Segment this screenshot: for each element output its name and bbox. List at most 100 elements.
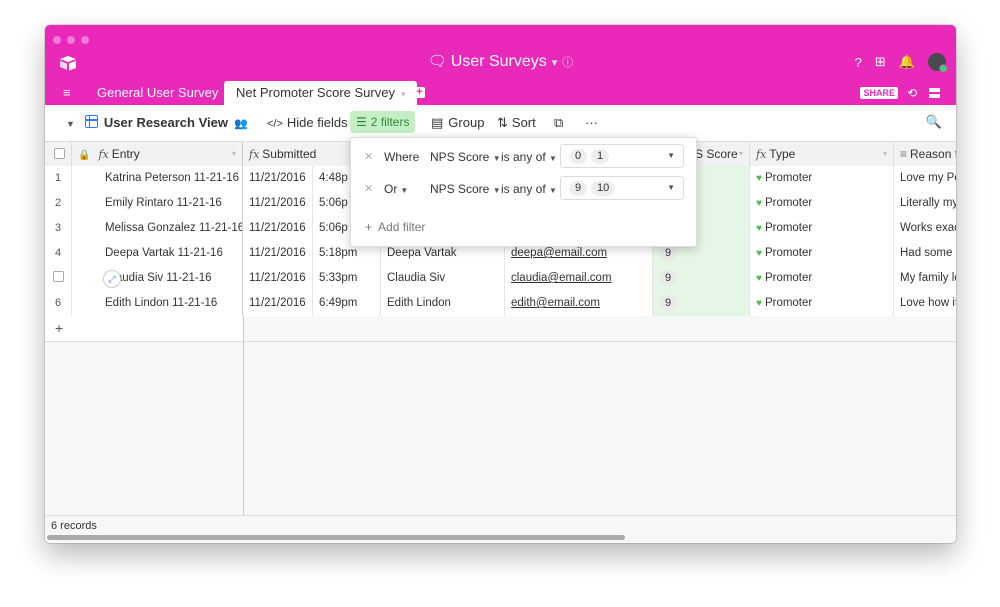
filter-value-chip[interactable]: 10: [591, 181, 616, 196]
remove-filter-icon[interactable]: ✕: [364, 150, 373, 163]
hamburger-menu-icon[interactable]: ≡: [63, 85, 71, 100]
entry-cell[interactable]: Emily Rintaro 11-21-16: [72, 191, 243, 216]
filter-conjunction-select[interactable]: Or ▼: [384, 182, 408, 196]
nps-score-cell[interactable]: 9: [653, 266, 750, 291]
submitted-date-cell[interactable]: 11/21/2016: [243, 216, 313, 241]
checkbox[interactable]: [54, 148, 65, 159]
grid-footer: 6 records: [45, 515, 956, 543]
reason-cell[interactable]: Literally my: [894, 191, 956, 216]
submitted-time-cell[interactable]: 6:49pm: [313, 291, 381, 316]
nps-score-cell[interactable]: 9: [653, 291, 750, 316]
group-button[interactable]: ▤ Group: [431, 115, 484, 131]
type-cell[interactable]: ♥ Promoter: [750, 266, 894, 291]
formula-icon: fx: [249, 148, 260, 161]
type-cell[interactable]: ♥ Promoter: [750, 166, 894, 191]
type-cell[interactable]: ♥ Promoter: [750, 291, 894, 316]
share-view-icon[interactable]: ⧉: [554, 115, 563, 131]
entry-cell[interactable]: Melissa Gonzalez 11-21-16: [72, 216, 243, 241]
tab-net-promoter-score-survey[interactable]: Net Promoter Score Survey ▾: [224, 81, 418, 105]
chevron-down-icon[interactable]: ▼: [667, 151, 675, 160]
filter-field-select[interactable]: NPS Score ▼: [430, 182, 501, 196]
apps-grid-icon[interactable]: ⊞: [875, 54, 886, 70]
notification-bell-icon[interactable]: 🔔: [899, 54, 915, 70]
email-link[interactable]: claudia@email.com: [511, 272, 612, 284]
submitted-time-cell[interactable]: 5:33pm: [313, 266, 381, 291]
sort-button[interactable]: ⇅ Sort: [497, 115, 536, 131]
chevron-down-icon[interactable]: ▾: [739, 142, 743, 166]
email-cell[interactable]: edith@email.com: [505, 291, 653, 316]
record-count: 6 records: [51, 520, 97, 532]
filter-operator-select[interactable]: is any of ▼: [501, 182, 557, 196]
column-header-entry[interactable]: 🔒 fx Entry ▾: [72, 142, 243, 166]
name-cell[interactable]: Claudia Siv: [381, 266, 505, 291]
filter-field-select[interactable]: NPS Score ▼: [430, 150, 501, 164]
submitted-date-cell[interactable]: 11/21/2016: [243, 291, 313, 316]
row-checkbox-cell[interactable]: [45, 266, 72, 291]
filter-popup: ✕ Where NPS Score ▼ is any of ▼ 0 1 ▼ ✕ …: [350, 137, 697, 247]
add-filter-label: Add filter: [378, 220, 426, 234]
submitted-date-cell[interactable]: 11/21/2016: [243, 241, 313, 266]
entry-cell[interactable]: Katrina Peterson 11-21-16: [72, 166, 243, 191]
submitted-date-cell[interactable]: 11/21/2016: [243, 266, 313, 291]
reason-cell[interactable]: My family lo: [894, 266, 956, 291]
zoom-window-button[interactable]: [81, 36, 89, 44]
minimize-window-button[interactable]: [67, 36, 75, 44]
entry-cell[interactable]: Edith Lindon 11-21-16: [72, 291, 243, 316]
chevron-down-icon[interactable]: ▾: [232, 142, 236, 166]
search-icon[interactable]: 🔍: [926, 114, 942, 130]
select-all-checkbox[interactable]: [45, 142, 72, 166]
add-row-button[interactable]: +: [45, 316, 244, 342]
horizontal-scrollbar[interactable]: [47, 535, 625, 540]
reason-cell[interactable]: Love how it: [894, 291, 956, 316]
type-value: Promoter: [764, 272, 813, 284]
remove-filter-icon[interactable]: ✕: [364, 182, 373, 195]
chevron-down-icon[interactable]: ▼: [667, 183, 675, 192]
more-options-button[interactable]: ···: [585, 115, 598, 130]
row-checkbox[interactable]: [53, 271, 64, 282]
chevron-down-icon[interactable]: ▾: [883, 142, 887, 166]
table-row[interactable]: ⤢ Claudia Siv 11-21-16 11/21/2016 5:33pm …: [45, 266, 956, 292]
reason-cell[interactable]: Had some i: [894, 241, 956, 266]
filter-operator-select[interactable]: is any of ▼: [501, 150, 557, 164]
add-table-button[interactable]: +: [414, 87, 425, 98]
type-cell[interactable]: ♥ Promoter: [750, 191, 894, 216]
nps-score-value: 9: [659, 245, 678, 261]
avatar[interactable]: [928, 53, 948, 73]
reason-cell[interactable]: Works exac: [894, 216, 956, 241]
chevron-down-icon[interactable]: ▾: [401, 89, 406, 99]
type-cell[interactable]: ♥ Promoter: [750, 241, 894, 266]
base-title[interactable]: 🗨 User Surveys ▾ ⓘ: [45, 52, 956, 71]
close-window-button[interactable]: [53, 36, 61, 44]
email-link[interactable]: edith@email.com: [511, 297, 600, 309]
entry-cell[interactable]: ⤢ Claudia Siv 11-21-16: [72, 266, 243, 291]
hide-fields-button[interactable]: </> Hide fields: [267, 115, 348, 130]
filter-value-chip[interactable]: 0: [569, 149, 588, 164]
submitted-date-cell[interactable]: 11/21/2016: [243, 191, 313, 216]
history-icon[interactable]: ⟲: [907, 86, 917, 100]
filter-value-chip[interactable]: 1: [591, 149, 610, 164]
email-link[interactable]: deepa@email.com: [511, 247, 607, 259]
app-window: 🗨 User Surveys ▾ ⓘ ? ⊞ 🔔 ≡ General User Sur…: [45, 25, 956, 543]
info-icon[interactable]: ⓘ: [562, 57, 573, 69]
table-row[interactable]: 6 Edith Lindon 11-21-16 11/21/2016 6:49p…: [45, 291, 956, 317]
filter-values-select[interactable]: 9 10 ▼: [560, 176, 684, 200]
column-header-type[interactable]: fx Type ▾: [750, 142, 894, 166]
tab-general-user-survey[interactable]: General User Survey: [97, 85, 218, 100]
help-icon[interactable]: ?: [855, 55, 862, 70]
submitted-date-cell[interactable]: 11/21/2016: [243, 166, 313, 191]
expand-record-icon[interactable]: ⤢: [103, 270, 121, 288]
name-cell[interactable]: Edith Lindon: [381, 291, 505, 316]
column-header-reason[interactable]: ≡ Reason f: [894, 142, 956, 166]
email-cell[interactable]: claudia@email.com: [505, 266, 653, 291]
filter-values-select[interactable]: 0 1 ▼: [560, 144, 684, 168]
entry-cell[interactable]: Deepa Vartak 11-21-16: [72, 241, 243, 266]
filters-button[interactable]: ☰ 2 filters: [350, 111, 416, 133]
filter-value-chip[interactable]: 9: [569, 181, 588, 196]
add-filter-button[interactable]: + Add filter: [365, 220, 425, 234]
share-button[interactable]: SHARE: [860, 87, 898, 99]
reason-cell[interactable]: Love my Po: [894, 166, 956, 191]
type-cell[interactable]: ♥ Promoter: [750, 216, 894, 241]
header-icons: ? ⊞ 🔔: [855, 52, 948, 73]
view-switcher[interactable]: ▼ User Research View 👥: [66, 115, 248, 130]
blocks-icon[interactable]: [929, 88, 940, 98]
